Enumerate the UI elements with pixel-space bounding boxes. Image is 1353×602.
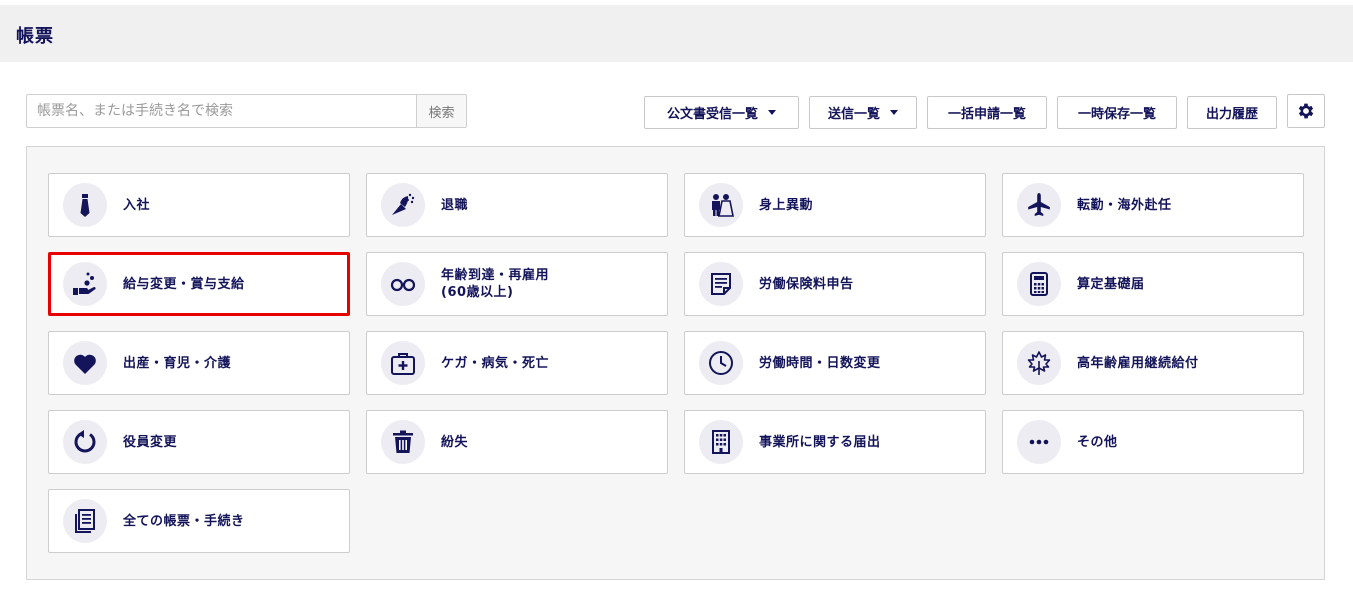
card-label: ケガ・病気・死亡 bbox=[441, 355, 550, 371]
maple-leaf-icon bbox=[1027, 351, 1051, 375]
glasses-icon bbox=[390, 278, 416, 292]
card-label: 事業所に関する届出 bbox=[759, 434, 881, 450]
card-label: 入社 bbox=[123, 197, 151, 213]
first-aid-kit-icon bbox=[391, 353, 415, 375]
trash-icon bbox=[393, 430, 413, 453]
refresh-icon bbox=[74, 430, 96, 453]
card-label: その他 bbox=[1077, 434, 1118, 450]
card-nenrei-toutatsu[interactable]: 年齢到達・再雇用 (60歳以上) bbox=[366, 252, 668, 316]
gear-icon bbox=[1298, 103, 1314, 119]
search-button[interactable]: 検索 bbox=[416, 94, 467, 128]
card-yakuin-henko[interactable]: 役員変更 bbox=[48, 410, 350, 474]
card-kyuyo-henko[interactable]: 給与変更・賞与支給 bbox=[48, 252, 350, 316]
settings-button[interactable] bbox=[1287, 94, 1325, 128]
document-icon bbox=[711, 273, 731, 295]
card-label: 役員変更 bbox=[123, 434, 178, 450]
card-label: 労働時間・日数変更 bbox=[759, 355, 881, 371]
card-label: 退職 bbox=[441, 197, 469, 213]
office-building-icon bbox=[712, 430, 730, 454]
card-label: 年齢到達・再雇用 (60歳以上) bbox=[441, 268, 550, 300]
forms-panel: 入社 退職 身上異動 転勤・海外赴任 給与変更・賞与支給 年齢到達・再雇用 (6… bbox=[26, 146, 1325, 580]
hand-coins-icon bbox=[73, 272, 96, 295]
calculator-icon bbox=[1030, 272, 1048, 296]
heart-icon bbox=[74, 354, 96, 374]
card-shussan-ikuji[interactable]: 出産・育児・介護 bbox=[48, 331, 350, 395]
card-jigyosho[interactable]: 事業所に関する届出 bbox=[684, 410, 986, 474]
bouquet-icon bbox=[392, 193, 415, 215]
card-label: 高年齢雇用継続給付 bbox=[1077, 355, 1199, 371]
page-header: 帳票 bbox=[0, 5, 1353, 62]
page-title: 帳票 bbox=[16, 26, 54, 47]
card-taishoku[interactable]: 退職 bbox=[366, 173, 668, 237]
card-label: 身上異動 bbox=[759, 197, 814, 213]
card-santei-kiso[interactable]: 算定基礎届 bbox=[1002, 252, 1304, 316]
card-shinjo-ido[interactable]: 身上異動 bbox=[684, 173, 986, 237]
card-label: 転勤・海外赴任 bbox=[1077, 197, 1172, 213]
caret-down-icon bbox=[890, 110, 898, 115]
card-all-forms[interactable]: 全ての帳票・手続き bbox=[48, 489, 350, 553]
temporary-save-button[interactable]: 一時保存一覧 bbox=[1057, 96, 1177, 129]
more-dots-icon bbox=[1029, 439, 1049, 445]
card-rodo-jikan[interactable]: 労働時間・日数変更 bbox=[684, 331, 986, 395]
wedding-couple-icon bbox=[712, 194, 734, 217]
public-docs-label: 公文書受信一覧 bbox=[666, 107, 758, 122]
bulk-application-button[interactable]: 一括申請一覧 bbox=[927, 96, 1047, 129]
card-sonota[interactable]: その他 bbox=[1002, 410, 1304, 474]
card-label: 紛失 bbox=[441, 434, 469, 450]
card-kega-byoki[interactable]: ケガ・病気・死亡 bbox=[366, 331, 668, 395]
sent-list-dropdown-button[interactable]: 送信一覧 bbox=[809, 96, 917, 129]
card-label: 労働保険料申告 bbox=[759, 276, 854, 292]
search-input[interactable] bbox=[26, 94, 416, 128]
card-tenkin[interactable]: 転勤・海外赴任 bbox=[1002, 173, 1304, 237]
card-label: 出産・育児・介護 bbox=[123, 355, 232, 371]
card-label: 全ての帳票・手続き bbox=[123, 513, 245, 529]
necktie-icon bbox=[80, 194, 90, 217]
card-nyusha[interactable]: 入社 bbox=[48, 173, 350, 237]
sent-list-label: 送信一覧 bbox=[827, 107, 880, 122]
public-docs-dropdown-button[interactable]: 公文書受信一覧 bbox=[644, 96, 799, 129]
clock-icon bbox=[709, 351, 733, 375]
airplane-icon bbox=[1028, 193, 1050, 216]
output-history-button[interactable]: 出力履歴 bbox=[1187, 96, 1277, 129]
card-rodo-hoken[interactable]: 労働保険料申告 bbox=[684, 252, 986, 316]
search-bar: 検索 bbox=[26, 94, 467, 128]
documents-icon bbox=[75, 509, 95, 533]
card-funshitsu[interactable]: 紛失 bbox=[366, 410, 668, 474]
caret-down-icon bbox=[768, 110, 776, 115]
card-konenrei-koyo[interactable]: 高年齢雇用継続給付 bbox=[1002, 331, 1304, 395]
card-label: 給与変更・賞与支給 bbox=[123, 276, 245, 292]
card-label: 算定基礎届 bbox=[1077, 276, 1145, 292]
